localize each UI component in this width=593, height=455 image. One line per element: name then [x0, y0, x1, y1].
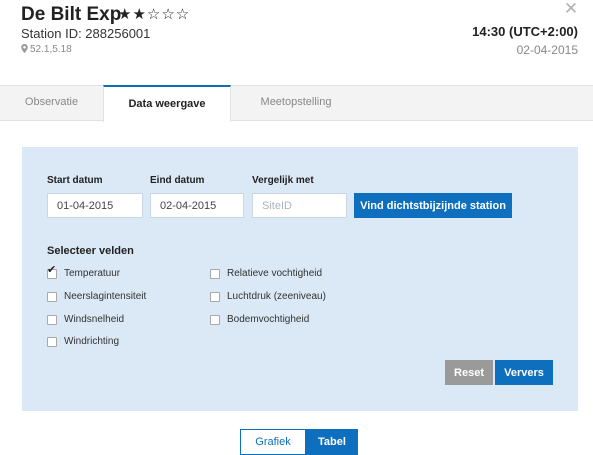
data-filter-panel: Start datum Eind datum Vergelijk met Vin… — [22, 147, 578, 411]
graph-view-button[interactable]: Grafiek — [240, 429, 306, 455]
checkbox[interactable] — [210, 292, 220, 302]
end-date-input[interactable] — [150, 193, 244, 218]
compare-label: Vergelijk met — [252, 175, 314, 186]
rating-stars: ★★☆☆☆ — [118, 6, 191, 23]
tab-meetopstelling[interactable]: Meetopstelling — [231, 85, 361, 121]
coordinates: 52.1,5.18 — [21, 44, 72, 55]
tab-data-weergave[interactable]: Data weergave — [103, 85, 231, 122]
tab-observatie[interactable]: Observatie — [0, 85, 103, 121]
start-date-label: Start datum — [47, 175, 103, 186]
station-title: De Bilt Exp — [21, 4, 122, 25]
end-date-label: Eind datum — [150, 175, 205, 186]
find-nearest-station-button[interactable]: Vind dichtstbijzijnde station — [354, 193, 512, 218]
tab-bar: Observatie Data weergave Meetopstelling — [0, 85, 593, 122]
select-fields-title: Selecteer velden — [47, 245, 134, 257]
field-label: Temperatuur — [64, 268, 121, 279]
checkbox[interactable] — [47, 337, 57, 347]
field-label: Bodemvochtigheid — [227, 314, 310, 325]
refresh-button[interactable]: Ververs — [495, 360, 553, 385]
field-label: Windsnelheid — [64, 314, 125, 325]
field-label: Luchtdruk (zeeniveau) — [227, 291, 326, 302]
close-button[interactable]: ✕ — [563, 0, 579, 18]
local-time: 14:30 (UTC+2:00) — [472, 24, 578, 39]
table-view-button[interactable]: Tabel — [306, 429, 358, 455]
checkbox[interactable] — [210, 269, 220, 279]
coordinates-text: 52.1,5.18 — [30, 44, 72, 55]
checkbox[interactable] — [47, 315, 57, 325]
checkbox[interactable] — [47, 292, 57, 302]
reset-button[interactable]: Reset — [445, 360, 493, 385]
field-label: Relatieve vochtigheid — [227, 268, 323, 279]
checkmark-icon: ✔ — [47, 264, 57, 276]
current-date: 02-04-2015 — [516, 43, 578, 57]
station-id: Station ID: 288256001 — [21, 26, 151, 41]
checkbox[interactable] — [210, 315, 220, 325]
field-label: Neerslagintensiteit — [64, 291, 147, 302]
start-date-input[interactable] — [47, 193, 143, 218]
map-pin-icon — [21, 44, 28, 53]
compare-site-input[interactable] — [252, 193, 347, 218]
field-label: Windrichting — [64, 336, 120, 347]
